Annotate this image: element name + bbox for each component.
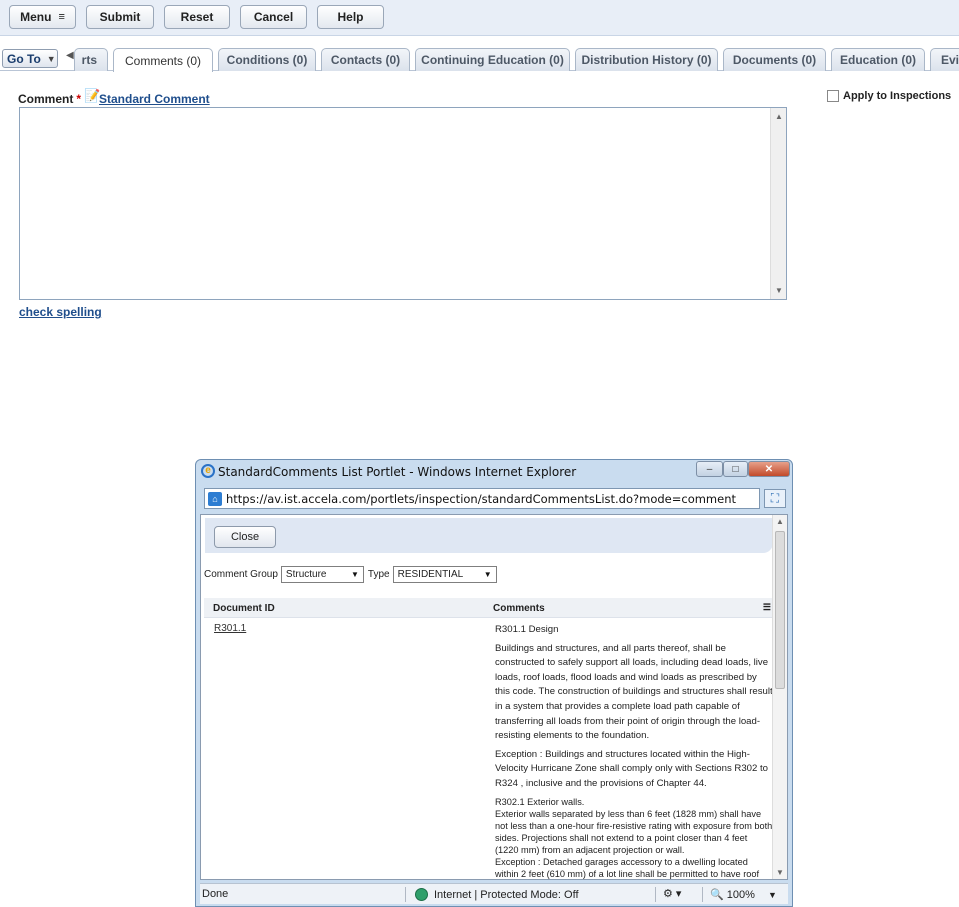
address-url: https://av.ist.accela.com/portlets/inspe… xyxy=(226,491,737,506)
chevron-down-icon: ▼ xyxy=(483,570,492,579)
status-divider xyxy=(702,887,703,902)
hamburger-icon: ≡ xyxy=(58,11,65,23)
required-marker: * xyxy=(76,92,82,106)
comment-paragraph: Exterior walls separated by less than 6 … xyxy=(495,808,773,855)
comment-group-value: Structure xyxy=(285,569,327,580)
window-close-button[interactable]: ✕ xyxy=(748,461,790,477)
zoom-level: 100% xyxy=(726,889,755,901)
document-id-link[interactable]: R301.1 xyxy=(214,623,246,634)
help-button[interactable]: Help xyxy=(317,5,384,29)
tab-evidence-partial[interactable]: Evi xyxy=(930,48,959,71)
chevron-down-icon: ▼ xyxy=(351,570,359,579)
type-select[interactable]: RESIDENTIAL ▼ xyxy=(392,566,497,583)
apply-to-inspections-option[interactable]: Apply to Inspections xyxy=(827,90,951,102)
tab-contacts[interactable]: Contacts (0) xyxy=(321,48,410,71)
scroll-down-icon[interactable]: ▼ xyxy=(776,868,784,877)
comment-text-cell: R301.1 Design Buildings and structures, … xyxy=(495,623,773,879)
chevron-down-icon: ▼ xyxy=(46,53,56,64)
maximize-button[interactable]: □ xyxy=(723,461,748,477)
popup-content: Close Comment Group Structure ▼ Type RES… xyxy=(200,514,788,880)
comment-label-text: Comment xyxy=(18,92,74,106)
close-button[interactable]: Close xyxy=(214,526,276,548)
standard-comment-icon[interactable]: 📝 xyxy=(84,88,100,104)
comment-group-select[interactable]: Structure ▼ xyxy=(280,566,364,583)
portlet-toolbar: Close xyxy=(205,518,773,553)
comment-paragraph: R301.1 Design xyxy=(495,624,559,635)
minimize-button[interactable]: ‒ xyxy=(696,461,723,477)
comment-paragraph: R302.1 Exterior walls. xyxy=(495,796,585,807)
scroll-up-icon[interactable]: ▲ xyxy=(776,517,784,526)
tab-conditions[interactable]: Conditions (0) xyxy=(218,48,316,71)
status-divider xyxy=(655,887,656,902)
comment-paragraph: Exception : Detached garages accessory t… xyxy=(495,856,760,879)
tab-continuing-education[interactable]: Continuing Education (0) xyxy=(415,48,570,71)
zoom-control[interactable]: 🔍 100% ▼ xyxy=(710,888,777,901)
submit-button[interactable]: Submit xyxy=(86,5,154,29)
apply-to-inspections-label: Apply to Inspections xyxy=(843,90,952,102)
tab-education[interactable]: Education (0) xyxy=(831,48,925,71)
standard-comment-link[interactable]: Standard Comment xyxy=(99,92,210,106)
tab-distribution-history[interactable]: Distribution History (0) xyxy=(575,48,718,71)
grid-header: Document ID Comments ☰ xyxy=(204,598,772,618)
zoom-icon: 🔍 xyxy=(710,889,724,901)
goto-label: Go To xyxy=(7,51,41,66)
comment-paragraph: Exception : Buildings and structures loc… xyxy=(495,748,769,789)
comment-field-label: Comment * xyxy=(18,92,81,106)
address-bar[interactable]: ⌂ https://av.ist.accela.com/portlets/ins… xyxy=(204,488,760,509)
tab-documents[interactable]: Documents (0) xyxy=(723,48,826,71)
status-text: Done xyxy=(202,888,229,900)
standard-comments-popup-window: e StandardComments List Portlet - Window… xyxy=(195,459,793,907)
goto-dropdown[interactable]: Go To ▼ xyxy=(2,49,58,68)
compatibility-view-icon[interactable]: ⛶ xyxy=(764,489,786,508)
security-zone-text: Internet | Protected Mode: Off xyxy=(434,888,579,901)
column-header-comments[interactable]: Comments xyxy=(493,603,545,614)
comment-group-label: Comment Group xyxy=(204,569,278,580)
menu-button-label: Menu xyxy=(20,10,52,24)
status-bar: Done Internet | Protected Mode: Off ⚙ ▾ … xyxy=(200,883,788,904)
top-toolbar: Menu ≡ Submit Reset Cancel Help xyxy=(0,0,959,36)
reset-button[interactable]: Reset xyxy=(164,5,230,29)
column-menu-icon[interactable]: ☰ xyxy=(763,602,771,613)
chevron-down-icon: ▼ xyxy=(767,890,777,900)
comment-textarea[interactable] xyxy=(19,107,787,300)
column-header-document-id[interactable]: Document ID xyxy=(213,603,275,614)
menu-button[interactable]: Menu ≡ xyxy=(9,5,76,29)
status-divider xyxy=(405,887,406,902)
popup-scrollbar[interactable]: ▲ ▼ xyxy=(772,515,787,879)
globe-icon xyxy=(415,888,428,901)
ie-logo-icon: e xyxy=(201,464,215,478)
type-label: Type xyxy=(367,569,390,580)
scroll-thumb[interactable] xyxy=(775,531,785,689)
comment-paragraph: Buildings and structures, and all parts … xyxy=(495,642,773,742)
tab-comments[interactable]: Comments (0) xyxy=(113,48,213,72)
tab-scroll-left-icon[interactable]: ◀ xyxy=(66,50,74,61)
apply-to-inspections-checkbox[interactable] xyxy=(827,90,839,102)
popup-window-title: StandardComments List Portlet - Windows … xyxy=(218,465,577,479)
check-spelling-link[interactable]: check spelling xyxy=(19,305,102,319)
security-zone[interactable]: Internet | Protected Mode: Off xyxy=(415,888,579,901)
cancel-button[interactable]: Cancel xyxy=(240,5,307,29)
manage-addons-icon[interactable]: ⚙ ▾ xyxy=(663,887,681,900)
tab-reports-partial[interactable]: rts xyxy=(74,48,108,71)
type-value: RESIDENTIAL xyxy=(397,569,464,580)
page-icon: ⌂ xyxy=(208,491,222,506)
filter-row: Comment Group Structure ▼ Type RESIDENTI… xyxy=(204,566,497,583)
